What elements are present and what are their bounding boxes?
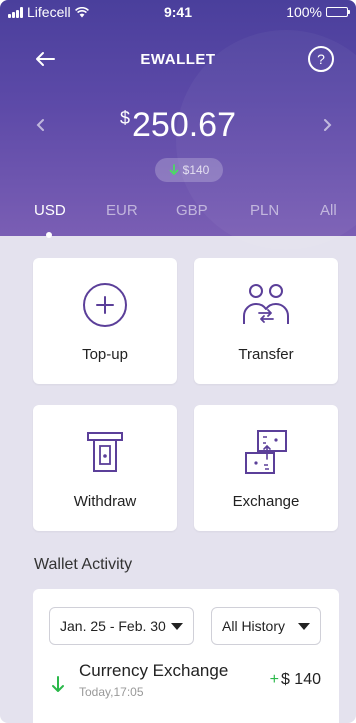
balance-change-badge: $140 (155, 158, 223, 182)
chevron-right-icon (324, 119, 332, 131)
activity-title: Currency Exchange (79, 661, 229, 680)
transfer-icon-wrap (194, 282, 338, 328)
date-range-value: Jan. 25 - Feb. 30 (60, 618, 166, 634)
active-tab-indicator (46, 232, 52, 238)
wallet-activity-heading: Wallet Activity (34, 556, 133, 573)
withdraw-icon-wrap (33, 429, 177, 475)
tab-usd[interactable]: USD (34, 202, 66, 219)
status-bar: Lifecell 9:41 100% (0, 0, 356, 24)
top-up-label: Top-up (82, 346, 128, 363)
transfer-button[interactable]: Transfer (194, 258, 338, 384)
activity-amount: + $ 140 (270, 671, 321, 689)
transfer-label: Transfer (238, 346, 294, 363)
exchange-label: Exchange (232, 493, 300, 510)
balance-change-value: $140 (182, 163, 210, 177)
history-filter-value: All History (222, 618, 286, 634)
arrow-down-icon (169, 164, 179, 176)
top-up-button[interactable]: Top-up (33, 258, 177, 384)
transfer-users-icon (243, 284, 289, 324)
exchange-icon (245, 430, 287, 474)
balance-currency-symbol: $ (119, 108, 130, 128)
tab-all[interactable]: All (320, 202, 337, 219)
currency-tabs: USD EUR GBP PLN All (0, 202, 356, 226)
caret-down-icon (298, 623, 310, 630)
plus-circle-icon (83, 283, 127, 327)
date-range-dropdown[interactable]: Jan. 25 - Feb. 30 (49, 607, 194, 645)
caret-down-icon (171, 623, 183, 630)
ewallet-screen: Lifecell 9:41 100% EWALLET ? $250.67 $14… (0, 0, 356, 723)
top-up-icon-wrap (33, 282, 177, 328)
help-button[interactable]: ? (308, 46, 334, 72)
balance-value: 250.67 (132, 106, 236, 144)
activity-amount-value: $ 140 (280, 671, 321, 688)
battery-icon (326, 7, 350, 17)
tab-eur[interactable]: EUR (106, 202, 138, 219)
next-currency-button[interactable] (322, 116, 332, 137)
wallet-activity-card: Jan. 25 - Feb. 30 All History Currency E… (33, 589, 339, 723)
exchange-icon-wrap (194, 429, 338, 475)
activity-amount-sign: + (269, 671, 279, 688)
tab-pln[interactable]: PLN (250, 202, 279, 219)
activity-time: Today,17:05 (79, 685, 144, 699)
page-title: EWALLET (140, 51, 216, 68)
history-filter-dropdown[interactable]: All History (211, 607, 321, 645)
battery-percent: 100% (286, 4, 322, 20)
atm-withdraw-icon (87, 432, 123, 472)
balance-amount: $250.67 (0, 106, 356, 145)
list-item[interactable]: Currency Exchange Today,17:05 + $ 140 (33, 659, 339, 709)
withdraw-button[interactable]: Withdraw (33, 405, 177, 531)
status-right: 100% (286, 4, 350, 20)
tab-gbp[interactable]: GBP (176, 202, 208, 219)
exchange-button[interactable]: Exchange (194, 405, 338, 531)
arrow-down-icon (52, 676, 64, 692)
withdraw-label: Withdraw (73, 493, 137, 510)
